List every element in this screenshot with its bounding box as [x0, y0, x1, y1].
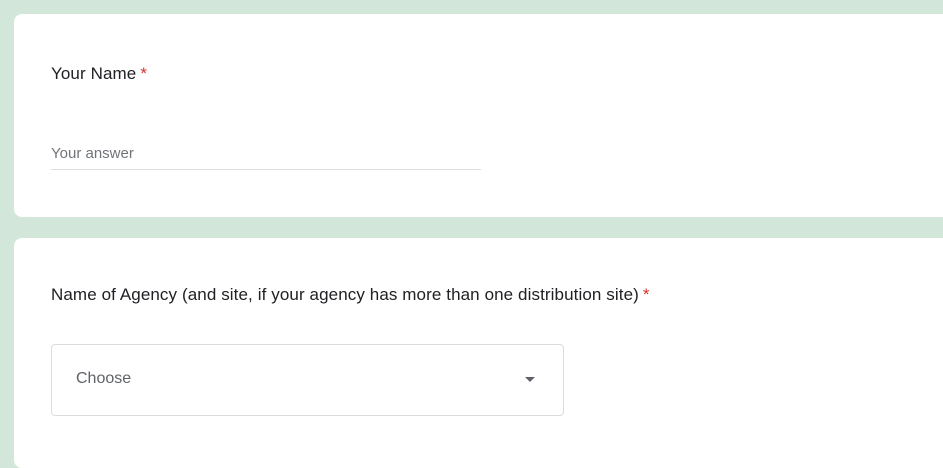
- question-title: Your Name *: [51, 64, 147, 84]
- question-title: Name of Agency (and site, if your agency…: [51, 285, 650, 305]
- required-asterisk: *: [642, 285, 650, 304]
- required-asterisk: *: [140, 64, 148, 83]
- dropdown-selected-value: Choose: [76, 370, 132, 387]
- question-title-text: Name of Agency (and site, if your agency…: [51, 285, 639, 304]
- question-card-your-name: Your Name *: [14, 14, 943, 217]
- agency-dropdown[interactable]: Choose: [51, 344, 564, 416]
- your-name-input[interactable]: [51, 138, 481, 170]
- caret-down-icon: [525, 377, 535, 382]
- question-card-agency: Name of Agency (and site, if your agency…: [14, 238, 943, 468]
- question-title-text: Your Name: [51, 64, 137, 83]
